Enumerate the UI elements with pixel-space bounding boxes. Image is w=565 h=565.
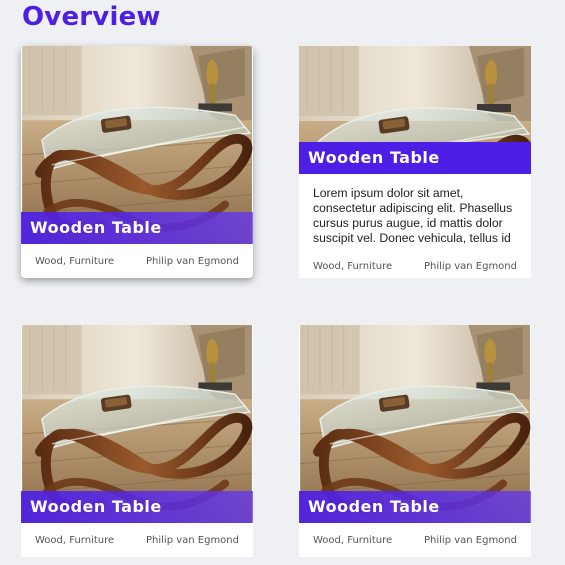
card-image: Wooden Table	[21, 325, 253, 523]
card-title: Wooden Table	[299, 491, 531, 523]
card-footer: Wood, Furniture Philip van Egmond	[299, 523, 531, 557]
product-card[interactable]: Wooden Table Wood, Furniture Philip van …	[21, 46, 253, 278]
overview-page: Overview Wooden Table Wood, Furniture Ph…	[0, 0, 565, 565]
card-author: Philip van Egmond	[423, 260, 517, 272]
card-footer: Wood, Furniture Philip van Egmond	[299, 248, 531, 278]
card-category: Wood, Furniture	[35, 255, 115, 267]
card-image	[299, 46, 531, 142]
card-author: Philip van Egmond	[145, 255, 239, 267]
product-card[interactable]: Wooden Table Wood, Furniture Philip van …	[21, 325, 253, 557]
table-photo	[299, 46, 531, 142]
page-title: Overview	[22, 2, 161, 32]
card-title: Wooden Table	[21, 491, 253, 523]
card-description: Lorem ipsum dolor sit amet, consectetur …	[313, 186, 513, 245]
card-category: Wood, Furniture	[313, 534, 393, 546]
card-title: Wooden Table	[21, 212, 253, 244]
card-author: Philip van Egmond	[145, 534, 239, 546]
card-footer: Wood, Furniture Philip van Egmond	[21, 523, 253, 557]
product-card[interactable]: Wooden Table Lorem ipsum dolor sit amet,…	[299, 46, 531, 278]
card-category: Wood, Furniture	[35, 534, 115, 546]
card-title: Wooden Table	[299, 142, 531, 174]
card-category: Wood, Furniture	[313, 260, 393, 272]
card-footer: Wood, Furniture Philip van Egmond	[21, 244, 253, 278]
card-image: Wooden Table	[21, 46, 253, 244]
card-image: Wooden Table	[299, 325, 531, 523]
product-card[interactable]: Wooden Table Wood, Furniture Philip van …	[299, 325, 531, 557]
card-author: Philip van Egmond	[423, 534, 517, 546]
